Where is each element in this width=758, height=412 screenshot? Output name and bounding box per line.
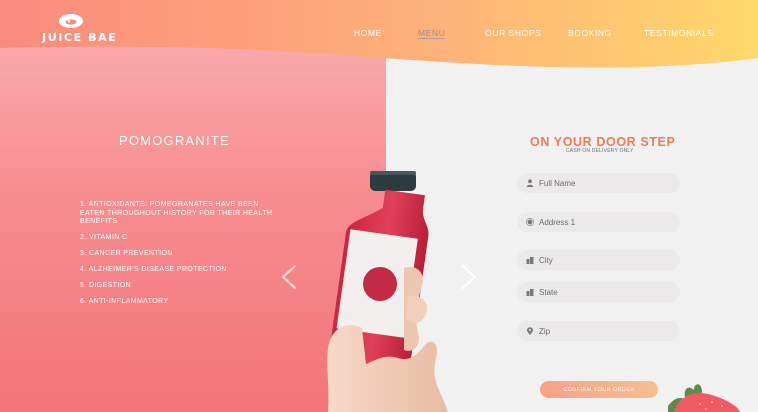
strawberry-image [668, 384, 740, 412]
state-field[interactable]: State [517, 282, 680, 302]
address-field[interactable]: Address 1 [517, 212, 680, 232]
next-arrow-icon[interactable] [458, 264, 480, 290]
city-icon [526, 257, 534, 264]
confirm-order-button[interactable]: CONFIRM YOUR ORDER [540, 381, 658, 398]
person-icon [526, 179, 534, 187]
juice-logo-icon [59, 14, 83, 28]
state-icon [526, 289, 534, 296]
state-placeholder: State [539, 287, 558, 297]
location-icon [526, 218, 534, 226]
zip-field[interactable]: Zip [517, 321, 680, 341]
juice-bottle-image [327, 171, 448, 412]
form-subtitle: CASH ON DELIVERY ONLY [566, 148, 634, 154]
benefit-item: 3. CANCER PREVENTION [80, 250, 173, 257]
city-field[interactable]: City [517, 250, 680, 270]
prev-arrow-icon[interactable] [278, 264, 300, 290]
form-title: ON YOUR DOOR STEP [530, 135, 676, 149]
nav-our-shops[interactable]: OUR SHOPS [485, 28, 541, 38]
city-placeholder: City [539, 255, 553, 265]
brand-name: JUICE BAE [42, 31, 118, 44]
product-title: POMOGRANITE [119, 133, 230, 148]
benefit-item: 6. ANTI-INFLAMMATORY [80, 298, 169, 305]
nav-home[interactable]: HOME [354, 28, 382, 38]
logo[interactable]: JUICE BAE [42, 13, 118, 47]
zip-placeholder: Zip [539, 326, 551, 336]
benefit-item: 5. DIGESTION [80, 282, 132, 289]
benefit-item: 2. VITAMIN C [80, 234, 128, 241]
nav-booking[interactable]: BOOKING [568, 28, 612, 38]
address-placeholder: Address 1 [539, 217, 576, 227]
benefits-list: 1. ANTIOXIDANTS: POMEGRANATES HAVE BEEN … [80, 201, 280, 314]
nav-testimonials[interactable]: TESTIMONIALS [644, 28, 714, 38]
full-name-placeholder: Full Name [539, 178, 576, 188]
nav-menu[interactable]: MENU [418, 28, 446, 39]
benefit-item: 4. ALZHEIMER'S DISEASE PROTECTION [80, 266, 227, 273]
full-name-field[interactable]: Full Name [517, 173, 680, 193]
benefit-item: 1. ANTIOXIDANTS: POMEGRANATES HAVE BEEN … [80, 201, 273, 225]
pin-icon [527, 327, 533, 335]
